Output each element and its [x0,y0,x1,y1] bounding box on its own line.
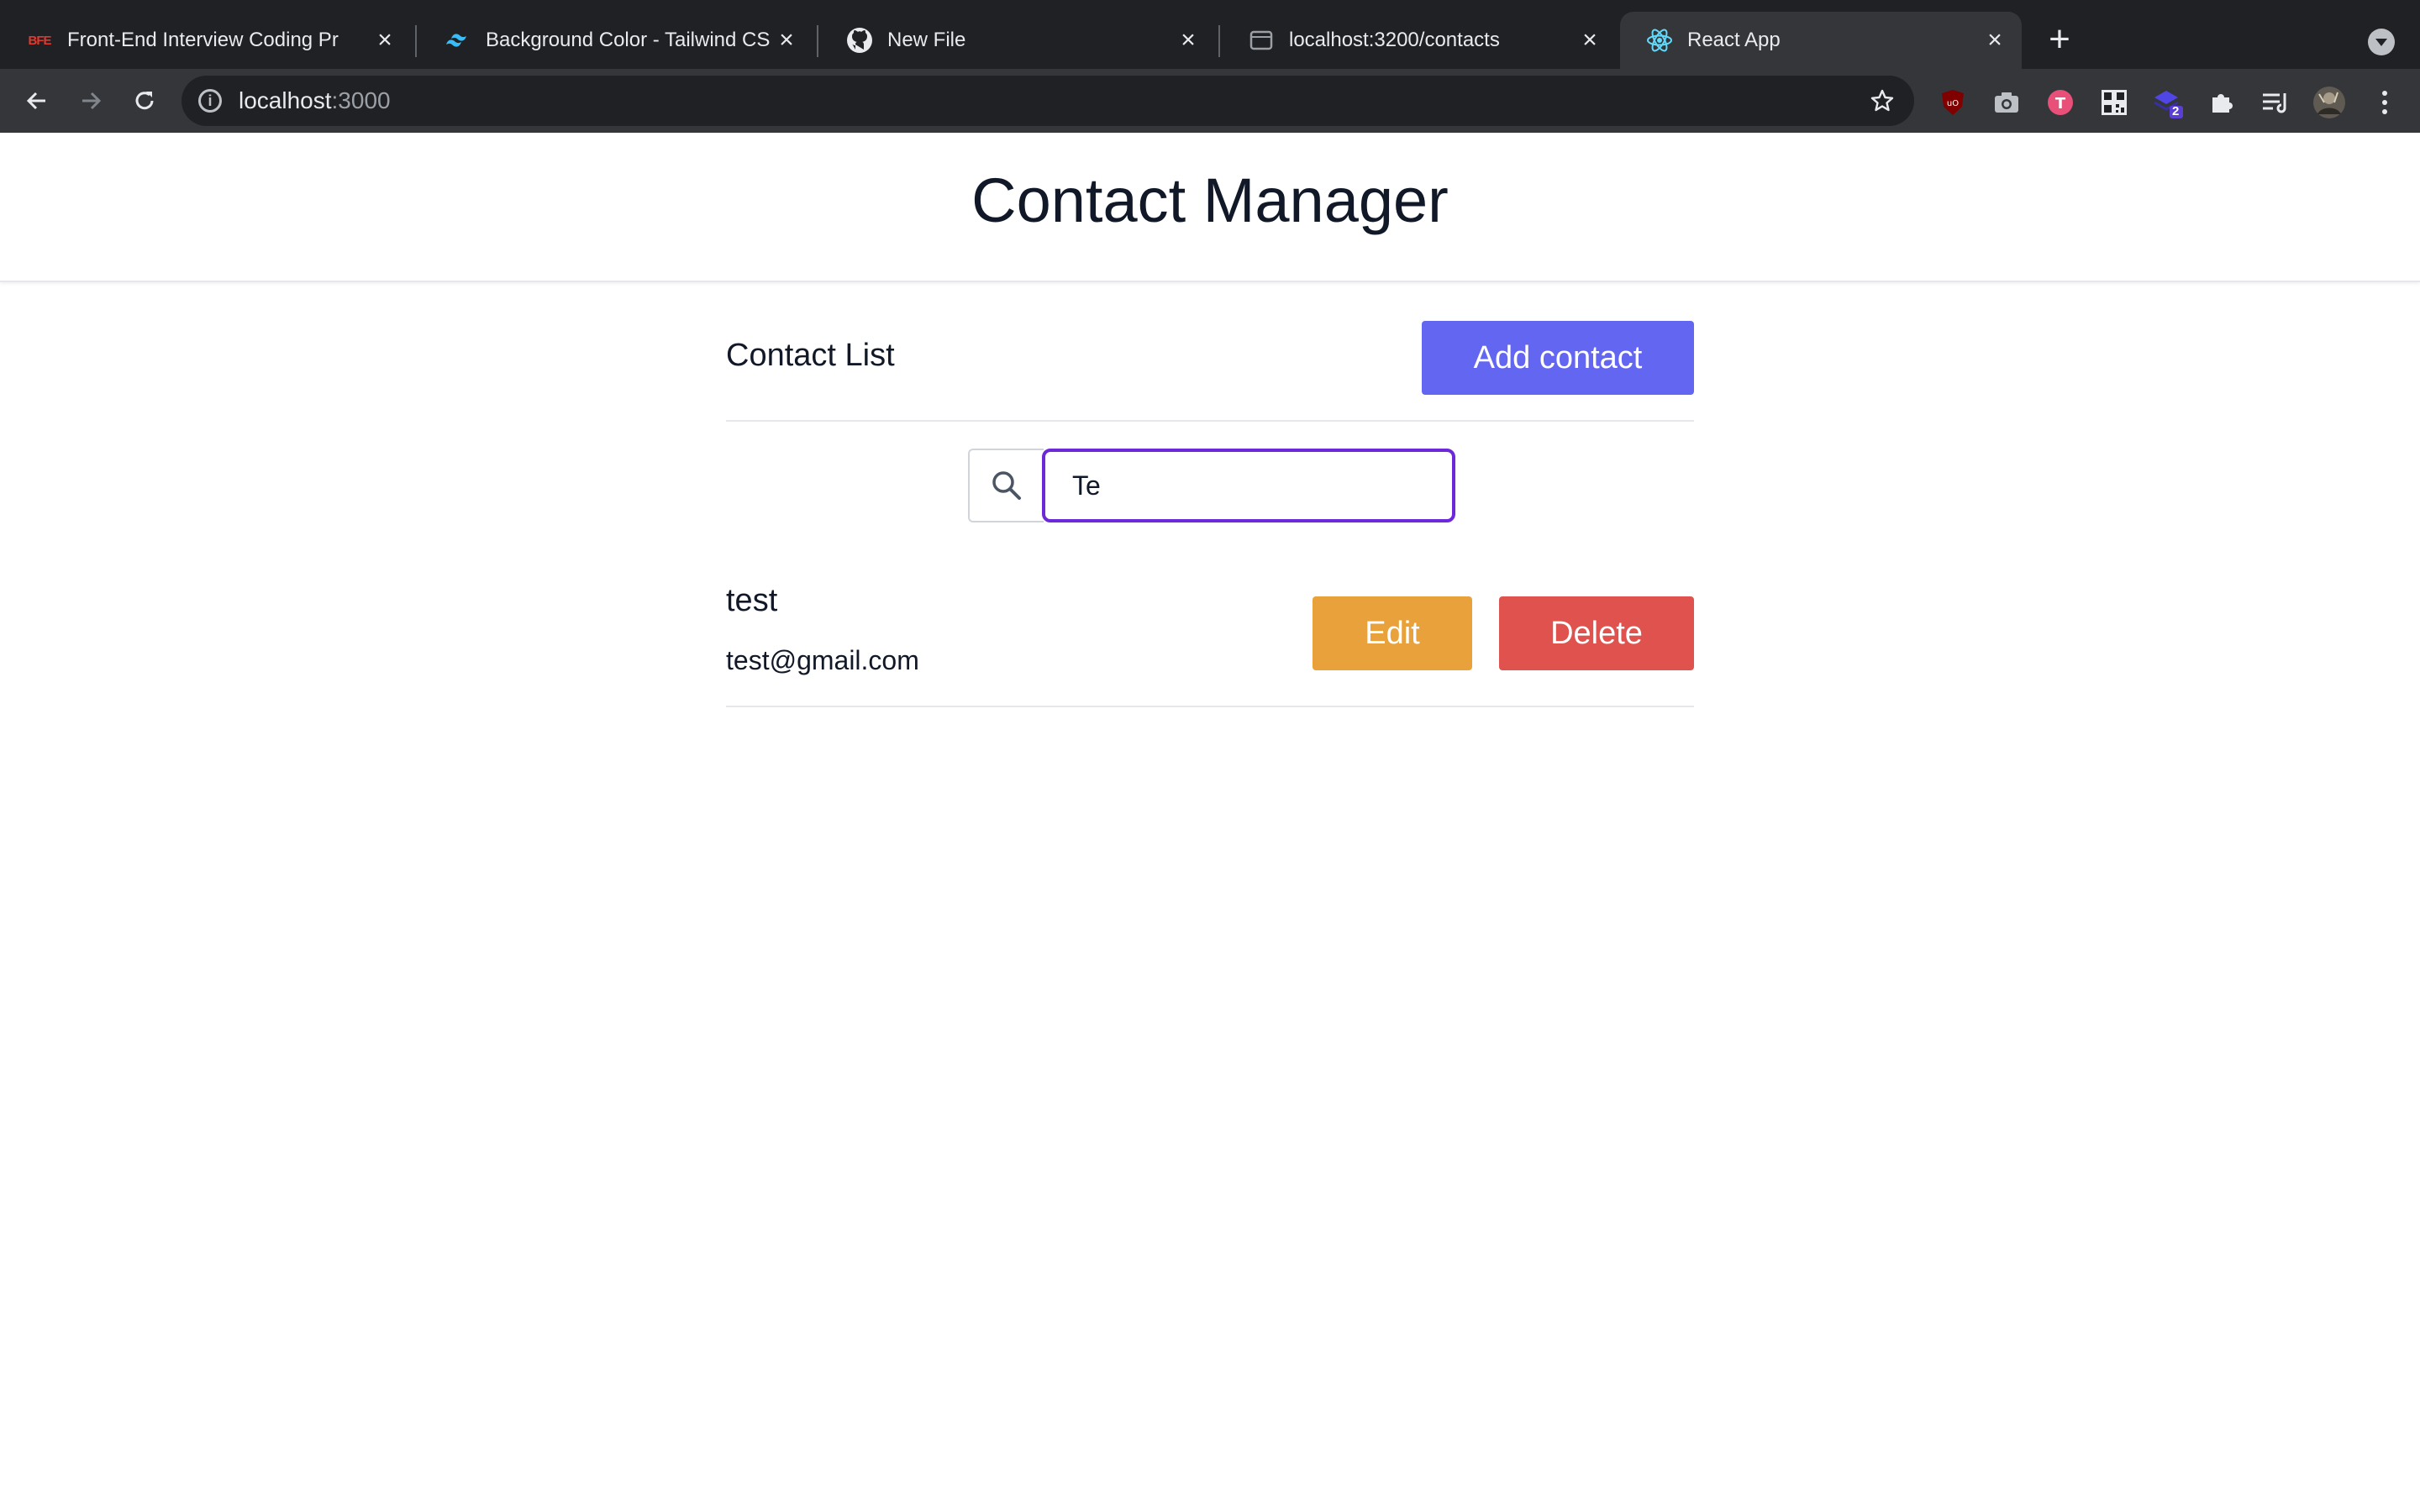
browser-menu-icon[interactable] [2368,86,2402,119]
site-info-icon[interactable]: i [198,89,222,113]
tab-title: Front-End Interview Coding Pr [67,29,339,51]
new-tab-button[interactable]: + [2039,20,2081,62]
edit-contact-button[interactable]: Edit [1313,596,1472,670]
extension-badge: 2 [2172,104,2180,118]
contact-item: test test@gmail.com Edit Delete [726,564,1694,707]
reload-button[interactable] [124,81,165,121]
ublock-extension-icon[interactable]: uO [1936,86,1970,119]
tab-search-button[interactable] [2368,29,2395,55]
arrow-right-icon [82,92,102,110]
bookmark-star-icon[interactable] [1865,84,1899,118]
tailwind-icon [444,26,472,55]
tab-title: React App [1687,29,1781,51]
close-tab-icon[interactable]: × [370,25,400,55]
add-contact-button[interactable]: Add contact [1422,321,1694,395]
react-icon [1645,26,1674,55]
browser-tab[interactable]: New File × [820,12,1215,69]
reading-list-icon[interactable] [2259,86,2292,119]
qr-code-extension-icon[interactable] [2097,86,2131,119]
page-title: Contact Manager [971,165,1449,235]
search-icon [968,449,1044,522]
tab-title: localhost:3200/contacts [1289,29,1500,51]
tab-title: New File [887,29,966,51]
camera-extension-icon[interactable] [1990,86,2023,119]
tab-separator [817,25,818,57]
bfe-icon: BFE [28,33,52,48]
app-header: Contact Manager [0,133,2420,282]
stack-extension-icon[interactable]: 2 [2151,86,2185,119]
svg-text:uO: uO [1947,99,1959,108]
tab-title: Background Color - Tailwind CS [486,29,771,51]
close-tab-icon[interactable]: × [771,25,802,55]
reload-icon [135,92,154,110]
contact-list-header: Contact List Add contact [726,282,1694,422]
browser-tab[interactable]: localhost:3200/contacts × [1222,12,1617,69]
url-text[interactable]: localhost:3000 [239,76,391,126]
back-button[interactable] [17,81,57,121]
browser-toolbar: i localhost:3000 uO T 2 [0,69,2420,133]
close-tab-icon[interactable]: × [1173,25,1203,55]
address-bar[interactable]: i localhost:3000 [182,76,1914,126]
extensions-puzzle-icon[interactable] [2205,86,2238,119]
browser-tab[interactable]: Background Color - Tailwind CS × [418,12,813,69]
github-icon [845,26,874,55]
forward-button[interactable] [71,81,111,121]
browser-tab-active[interactable]: React App × [1620,12,2022,69]
search-box [968,449,1455,522]
contact-list-title: Contact List [726,338,895,373]
close-tab-icon[interactable]: × [1575,25,1605,55]
tab-separator [415,25,417,57]
contact-email: test@gmail.com [726,645,919,675]
t-extension-icon[interactable]: T [2044,86,2077,119]
browser-tabstrip: BFE Front-End Interview Coding Pr × Back… [0,0,2420,69]
search-input[interactable] [1042,449,1455,522]
svg-text:T: T [2055,95,2066,113]
close-tab-icon[interactable]: × [1980,25,2010,55]
globe-icon [1247,26,1276,55]
arrow-left-icon [26,92,45,110]
browser-tab[interactable]: BFE Front-End Interview Coding Pr × [0,12,412,69]
tab-separator [1218,25,1220,57]
contact-name: test [726,583,778,618]
profile-avatar[interactable] [2312,86,2346,119]
delete-contact-button[interactable]: Delete [1499,596,1694,670]
